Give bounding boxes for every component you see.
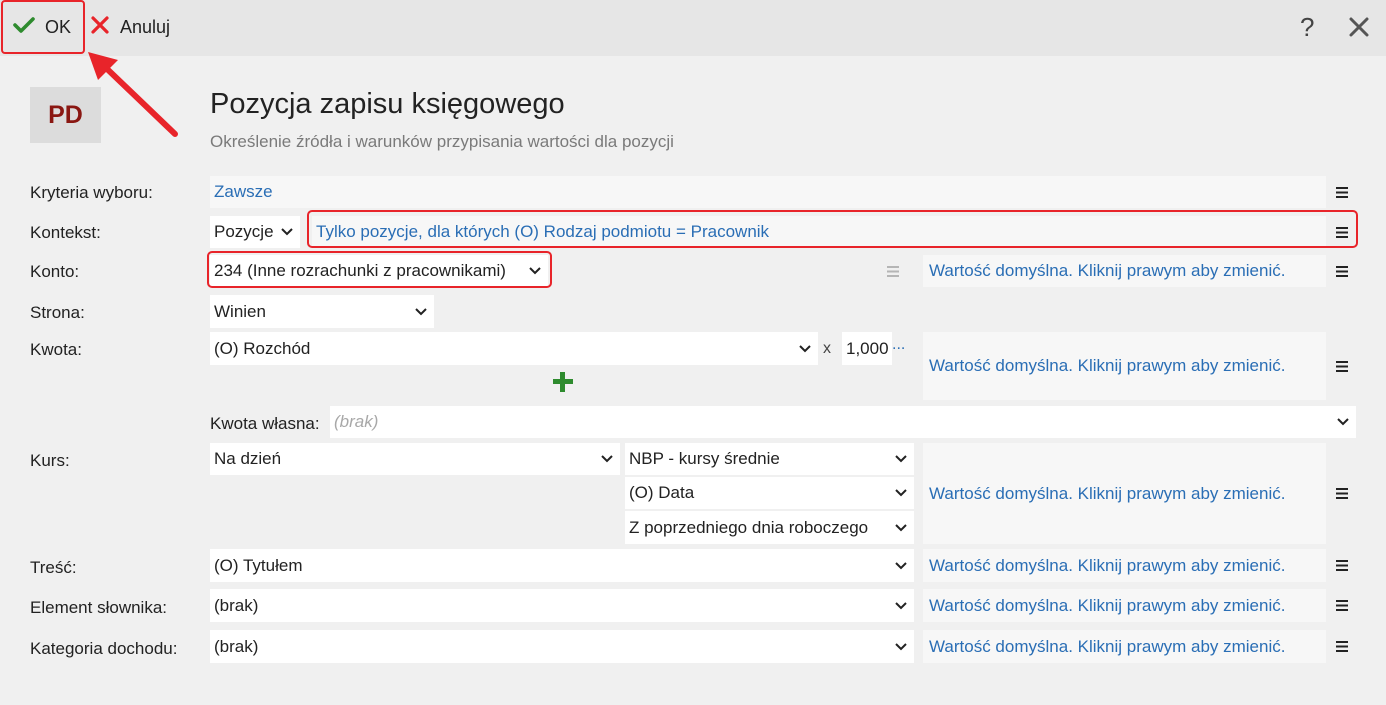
checkmark-icon <box>13 16 35 39</box>
kwota-wlasna-select[interactable]: (brak) <box>330 406 1356 438</box>
chevron-down-icon <box>596 455 618 463</box>
konto-value-menu-icon[interactable] <box>1328 255 1356 287</box>
tresc-default-value[interactable]: Wartość domyślna. Kliknij prawym aby zmi… <box>923 549 1326 582</box>
kategoria-dochodu-value-menu-icon[interactable] <box>1328 630 1356 663</box>
kryteria-menu-icon[interactable] <box>1328 176 1356 208</box>
kwota-factor-more-button[interactable]: ... <box>892 336 905 354</box>
chevron-down-icon <box>524 267 546 275</box>
konto-default-value[interactable]: Wartość domyślna. Kliknij prawym aby zmi… <box>923 255 1326 287</box>
multiply-sign: x <box>823 340 831 357</box>
kurs-default-value[interactable]: Wartość domyślna. Kliknij prawym aby zmi… <box>923 443 1326 544</box>
kurs-mode-value: Na dzień <box>214 449 282 468</box>
add-amount-plus-icon[interactable] <box>552 371 574 393</box>
kategoria-dochodu-label: Kategoria dochodu: <box>30 639 178 658</box>
kontekst-condition-field[interactable]: Tylko pozycje, dla których (O) Rodzaj po… <box>312 216 1326 248</box>
chevron-down-icon <box>890 601 912 610</box>
toolbar: OK Anuluj ? <box>0 0 1386 56</box>
kwota-factor-input[interactable]: 1,000 <box>842 332 892 365</box>
element-slownika-default-value[interactable]: Wartość domyślna. Kliknij prawym aby zmi… <box>923 589 1326 622</box>
kontekst-select[interactable]: Pozycje <box>210 216 300 248</box>
konto-menu-icon-disabled <box>879 255 907 287</box>
close-icon <box>1348 14 1370 44</box>
element-slownika-label: Element słownika: <box>30 598 168 617</box>
konto-label: Konto: <box>30 262 80 281</box>
kwota-label: Kwota: <box>30 340 82 359</box>
kwota-value-menu-icon[interactable] <box>1328 332 1356 400</box>
close-window-button[interactable] <box>1348 14 1370 44</box>
kryteria-label: Kryteria wyboru: <box>30 183 153 202</box>
konto-select[interactable]: 234 (Inne rozrachunki z pracownikami) <box>210 255 548 287</box>
kurs-table-value: NBP - kursy średnie <box>629 449 780 468</box>
kurs-rule-select[interactable]: Z poprzedniego dnia roboczego <box>625 511 914 544</box>
chevron-down-icon <box>890 561 912 570</box>
kategoria-dochodu-value: (brak) <box>214 636 259 656</box>
kurs-label: Kurs: <box>30 451 70 470</box>
element-slownika-value-menu-icon[interactable] <box>1328 589 1356 622</box>
page-title: Pozycja zapisu księgowego <box>210 88 565 120</box>
document-type-logo: PD <box>30 87 101 143</box>
kurs-table-select[interactable]: NBP - kursy średnie <box>625 443 914 475</box>
ok-label: OK <box>45 16 72 37</box>
kryteria-value: Zawsze <box>214 182 273 201</box>
kwota-default-value[interactable]: Wartość domyślna. Kliknij prawym aby zmi… <box>923 332 1326 400</box>
kurs-value-menu-icon[interactable] <box>1328 443 1356 544</box>
kategoria-dochodu-default-value[interactable]: Wartość domyślna. Kliknij prawym aby zmi… <box>923 630 1326 663</box>
help-button[interactable]: ? <box>1300 12 1314 42</box>
kurs-date-select[interactable]: (O) Data <box>625 477 914 509</box>
cancel-button[interactable]: Anuluj <box>90 0 170 54</box>
chevron-down-icon <box>890 523 912 532</box>
tresc-value: (O) Tytułem <box>214 555 303 575</box>
kwota-select[interactable]: (O) Rozchód <box>210 332 818 365</box>
kontekst-menu-icon[interactable] <box>1328 216 1356 248</box>
kwota-factor-value: 1,000 <box>846 338 889 358</box>
chevron-down-icon <box>890 642 912 651</box>
kurs-rule-value: Z poprzedniego dnia roboczego <box>629 517 869 537</box>
ok-button[interactable]: OK <box>1 0 85 54</box>
kurs-date-value: (O) Data <box>629 483 695 502</box>
strona-select[interactable]: Winien <box>210 295 434 328</box>
kwota-wlasna-placeholder: (brak) <box>334 412 379 431</box>
kryteria-field[interactable]: Zawsze <box>210 176 1326 208</box>
tresc-label: Treść: <box>30 558 77 577</box>
chevron-down-icon <box>410 307 432 316</box>
element-slownika-select[interactable]: (brak) <box>210 589 914 622</box>
kontekst-select-value: Pozycje <box>214 222 274 241</box>
element-slownika-value: (brak) <box>214 595 259 615</box>
strona-value: Winien <box>214 301 266 321</box>
kategoria-dochodu-select[interactable]: (brak) <box>210 630 914 663</box>
chevron-down-icon <box>890 489 912 497</box>
kurs-mode-select[interactable]: Na dzień <box>210 443 620 475</box>
chevron-down-icon <box>276 228 298 236</box>
page-subtitle: Określenie źródła i warunków przypisania… <box>210 132 674 151</box>
cancel-label: Anuluj <box>120 16 171 37</box>
kwota-wlasna-label: Kwota własna: <box>210 414 320 433</box>
konto-value: 234 (Inne rozrachunki z pracownikami) <box>214 261 506 280</box>
chevron-down-icon <box>890 455 912 463</box>
kontekst-label: Kontekst: <box>30 223 101 242</box>
kwota-value: (O) Rozchód <box>214 338 311 358</box>
kontekst-condition: Tylko pozycje, dla których (O) Rodzaj po… <box>316 222 770 241</box>
chevron-down-icon <box>794 344 816 353</box>
chevron-down-icon <box>1332 418 1354 426</box>
close-x-icon <box>90 15 110 40</box>
tresc-select[interactable]: (O) Tytułem <box>210 549 914 582</box>
tresc-value-menu-icon[interactable] <box>1328 549 1356 582</box>
strona-label: Strona: <box>30 303 85 322</box>
